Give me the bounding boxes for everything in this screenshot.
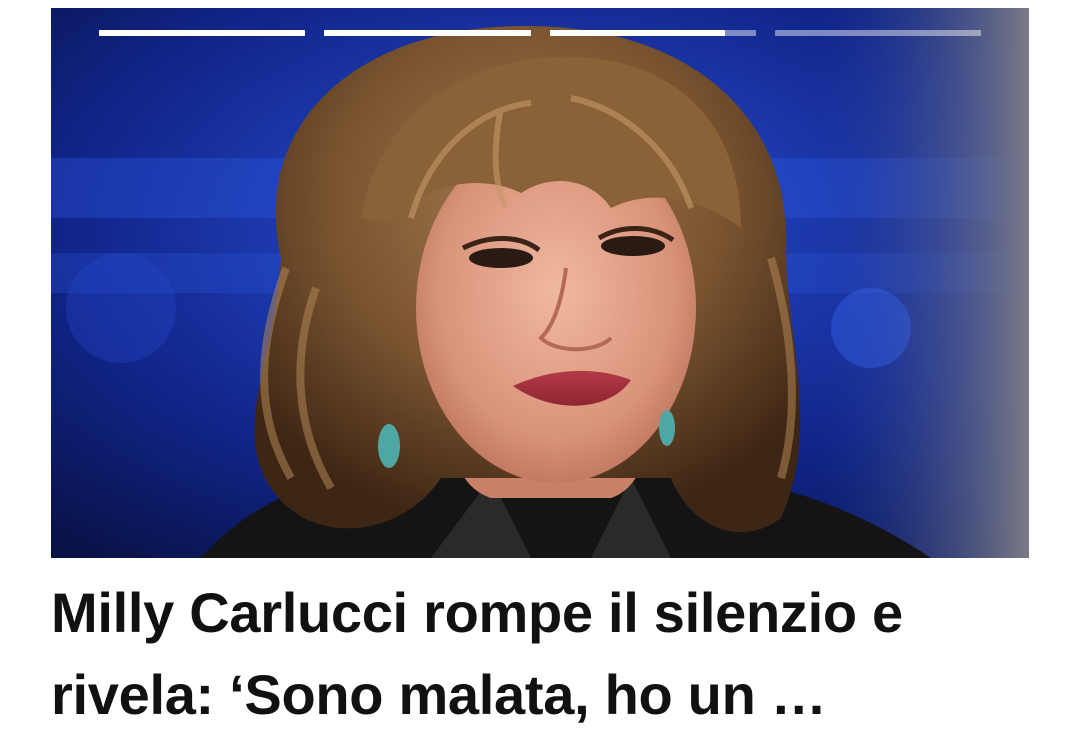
story-card[interactable]: Milly Carlucci rompe il silenzio e rivel…: [0, 0, 1080, 731]
progress-fill: [99, 30, 306, 36]
progress-segment[interactable]: [774, 30, 981, 36]
progress-segment[interactable]: [99, 30, 306, 36]
progress-fill: [324, 30, 531, 36]
headline-line: rivela: ‘Sono malata, ho un …: [51, 663, 827, 726]
progress-segment[interactable]: [324, 30, 531, 36]
story-photo[interactable]: [51, 8, 1029, 558]
headline-line: Milly Carlucci rompe il silenzio e: [51, 581, 903, 644]
progress-segment[interactable]: [549, 30, 756, 36]
progress-fill: [549, 30, 725, 36]
portrait-photo: [51, 8, 1029, 558]
story-progress-bar: [99, 30, 981, 37]
story-headline[interactable]: Milly Carlucci rompe il silenzio e rivel…: [51, 572, 1041, 731]
